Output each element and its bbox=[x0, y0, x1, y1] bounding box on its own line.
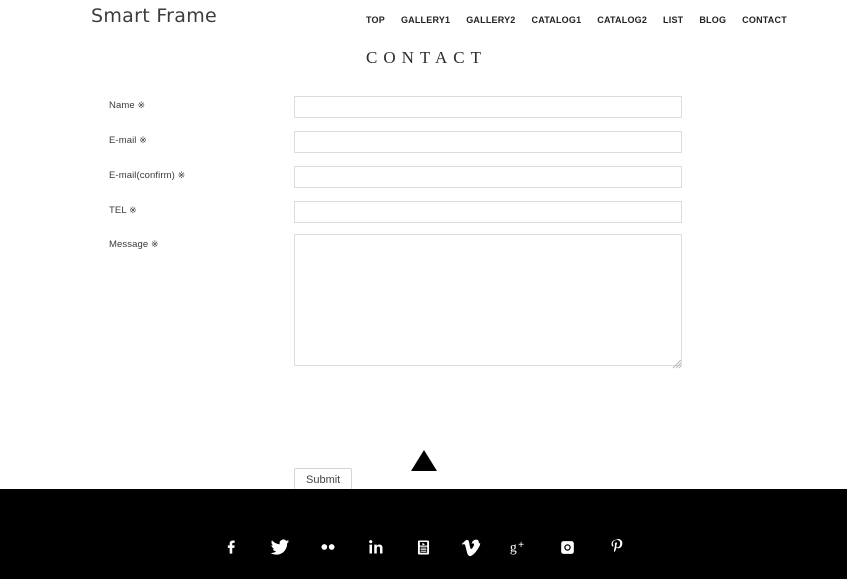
field-label-text: E-mail bbox=[109, 135, 137, 146]
field-label-tel: TEL ※ bbox=[109, 205, 137, 216]
vimeo-icon[interactable] bbox=[460, 535, 484, 559]
instagram-icon[interactable] bbox=[556, 535, 580, 559]
form-row: E-mail ※ bbox=[0, 127, 847, 162]
field-label-text: E-mail(confirm) bbox=[109, 170, 175, 181]
linkedin-icon[interactable] bbox=[364, 535, 388, 559]
required-mark-icon: ※ bbox=[137, 101, 146, 111]
googleplus-icon[interactable]: g + bbox=[508, 535, 532, 559]
e-mail-input[interactable] bbox=[294, 131, 682, 153]
youtube-icon[interactable] bbox=[412, 535, 436, 559]
required-mark-icon: ※ bbox=[129, 206, 137, 216]
field-label-text: Name bbox=[109, 100, 135, 111]
form-row: Message ※ bbox=[0, 232, 847, 372]
required-mark-icon: ※ bbox=[139, 136, 147, 146]
page-title: CONTACT bbox=[366, 48, 487, 67]
nav-item-list[interactable]: LIST bbox=[655, 14, 691, 26]
flickr-icon[interactable] bbox=[316, 535, 340, 559]
main-navigation: TOP GALLERY1 GALLERY2 CATALOG1 CATALOG2 LIST B… bbox=[366, 14, 795, 26]
scroll-to-top-button[interactable] bbox=[0, 450, 847, 471]
e-mail-confirm-input[interactable] bbox=[294, 166, 682, 188]
site-header: Smart Frame TOP GALLERY1 GALLERY2 CATALOG1 C… bbox=[0, 0, 847, 44]
field-label-e-mail-confirm: E-mail(confirm) ※ bbox=[109, 170, 185, 181]
nav-item-contact[interactable]: CONTACT bbox=[734, 14, 795, 26]
required-mark-icon: ※ bbox=[177, 171, 186, 181]
pinterest-icon[interactable] bbox=[604, 535, 628, 559]
site-logo[interactable]: Smart Frame bbox=[91, 5, 217, 27]
message-textarea[interactable] bbox=[294, 234, 682, 366]
field-label-e-mail: E-mail ※ bbox=[109, 135, 147, 146]
form-row: Name ※ bbox=[0, 92, 847, 127]
nav-item-gallery1[interactable]: GALLERY1 bbox=[393, 14, 458, 26]
required-mark-icon: ※ bbox=[151, 240, 159, 250]
contact-form: Name ※ E-mail ※ E-mail(confirm) ※ TEL ※ Mess… bbox=[0, 92, 847, 493]
field-label-message: Message ※ bbox=[109, 239, 159, 250]
nav-item-catalog2[interactable]: CATALOG2 bbox=[589, 14, 655, 26]
nav-item-blog[interactable]: BLOG bbox=[691, 14, 734, 26]
field-label-name: Name ※ bbox=[109, 100, 145, 111]
form-row: TEL ※ bbox=[0, 197, 847, 232]
field-label-text: TEL bbox=[109, 205, 127, 216]
twitter-icon[interactable] bbox=[268, 535, 292, 559]
form-row: E-mail(confirm) ※ bbox=[0, 162, 847, 197]
nav-item-gallery2[interactable]: GALLERY2 bbox=[458, 14, 523, 26]
name-input[interactable] bbox=[294, 96, 682, 118]
nav-item-catalog1[interactable]: CATALOG1 bbox=[524, 14, 590, 26]
triangle-up-icon bbox=[410, 450, 437, 471]
nav-item-top[interactable]: TOP bbox=[366, 14, 393, 26]
svg-text:g: g bbox=[509, 540, 516, 555]
site-footer: g + bbox=[0, 489, 847, 579]
tel-input[interactable] bbox=[294, 201, 682, 223]
facebook-icon[interactable] bbox=[220, 535, 244, 559]
svg-text:+: + bbox=[518, 540, 524, 551]
social-links: g + bbox=[0, 535, 847, 559]
field-label-text: Message bbox=[109, 239, 149, 250]
